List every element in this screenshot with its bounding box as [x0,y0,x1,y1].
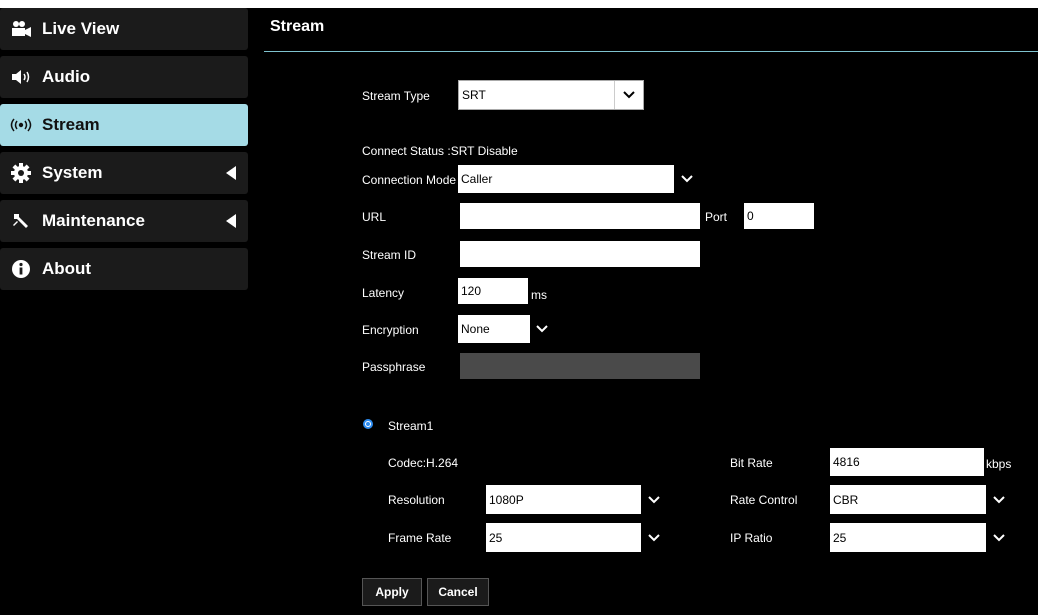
frame-rate-select[interactable]: 25 [486,523,667,552]
top-border [0,0,1038,8]
encryption-select[interactable]: None [458,315,554,343]
stream1-label: Stream1 [388,419,434,433]
sidebar-item-label: Stream [42,115,100,134]
sidebar-item-live-view[interactable]: Live View [0,8,248,50]
latency-unit: ms [531,288,547,302]
sidebar: Live View Audio Stream System Maintenanc… [0,8,248,615]
title-divider [264,51,1038,52]
cancel-button[interactable]: Cancel [427,578,489,606]
encryption-label: Encryption [362,323,419,337]
stream-type-value: SRT [459,81,615,109]
rate-control-value: CBR [830,485,986,514]
stream-id-label: Stream ID [362,248,417,262]
passphrase-input[interactable] [460,353,700,379]
apply-button[interactable]: Apply [362,578,422,606]
frame-rate-label: Frame Rate [388,531,452,545]
wrench-icon [6,211,36,231]
stream-type-label: Stream Type [362,89,430,103]
codec-text: Codec:H.264 [388,456,459,470]
resolution-value: 1080P [486,485,641,514]
sidebar-item-system[interactable]: System [0,152,248,194]
sidebar-item-label: About [42,259,92,278]
chevron-down-icon[interactable] [674,165,700,193]
port-input[interactable]: 0 [744,203,814,229]
chevron-down-icon[interactable] [614,81,643,109]
connection-mode-value: Caller [458,165,674,193]
speaker-icon [6,68,36,86]
bit-rate-unit: kbps [986,457,1012,471]
gear-icon [6,163,36,183]
chevron-down-icon[interactable] [986,523,1012,552]
sidebar-item-about[interactable]: About [0,248,248,290]
page-title: Stream [270,18,325,35]
rate-control-select[interactable]: CBR [830,485,1012,514]
chevron-down-icon[interactable] [641,523,667,552]
stream1-radio[interactable] [363,419,373,429]
stream-type-select[interactable]: SRT [458,80,644,110]
frame-rate-value: 25 [486,523,641,552]
sidebar-item-label: Live View [42,19,120,38]
ip-ratio-value: 25 [830,523,986,552]
resolution-select[interactable]: 1080P [486,485,667,514]
sidebar-item-label: Audio [42,67,91,86]
broadcast-icon [6,117,36,133]
chevron-down-icon[interactable] [530,315,554,343]
latency-label: Latency [362,286,405,300]
encryption-value: None [458,315,530,343]
video-camera-icon [6,20,36,38]
chevron-down-icon[interactable] [986,485,1012,514]
sidebar-item-audio[interactable]: Audio [0,56,248,98]
url-input[interactable] [460,203,700,229]
resolution-label: Resolution [388,493,445,507]
stream-id-input[interactable] [460,241,700,267]
connection-mode-label: Connection Mode [362,173,457,187]
sidebar-item-maintenance[interactable]: Maintenance [0,200,248,242]
connect-status-text: Connect Status :SRT Disable [362,144,518,158]
chevron-down-icon[interactable] [641,485,667,514]
port-label: Port [705,210,728,224]
bit-rate-input[interactable]: 4816 [830,448,984,476]
sidebar-item-stream[interactable]: Stream [0,104,248,146]
url-label: URL [362,210,387,224]
sidebar-item-label: Maintenance [42,211,145,230]
passphrase-label: Passphrase [362,360,426,374]
rate-control-label: Rate Control [730,493,798,507]
latency-input[interactable]: 120 [458,278,528,304]
sidebar-item-label: System [42,163,103,182]
expand-arrow-icon [226,214,236,228]
ip-ratio-label: IP Ratio [730,531,773,545]
info-icon [6,259,36,279]
connection-mode-select[interactable]: Caller [458,165,700,193]
main-panel: Stream Stream Type SRT Connect Status :S… [258,8,1038,615]
ip-ratio-select[interactable]: 25 [830,523,1012,552]
bit-rate-label: Bit Rate [730,456,773,470]
expand-arrow-icon [226,166,236,180]
